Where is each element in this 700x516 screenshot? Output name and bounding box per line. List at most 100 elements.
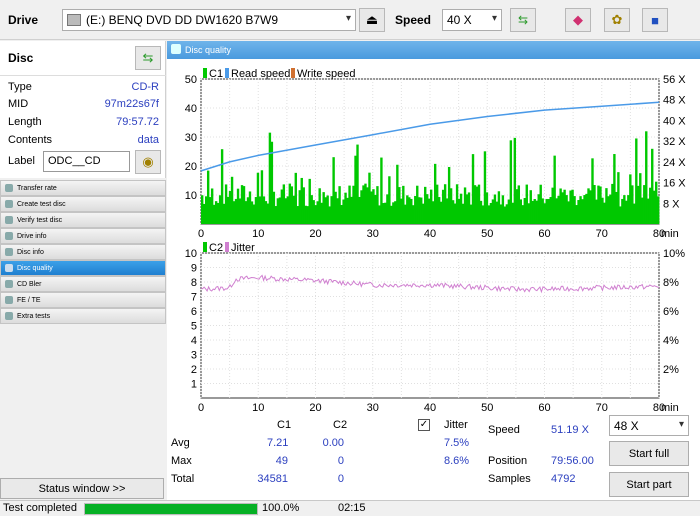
drive-select[interactable]: (E:) BENQ DVD DD DW1620 B7W9 ▾ [62, 9, 356, 31]
c1-bar [657, 196, 660, 224]
drive-label: Drive [8, 13, 39, 27]
menu-fe-te[interactable]: FE / TE [0, 292, 166, 308]
x-tick-label: 40 [424, 402, 436, 414]
y-left-tick-label: 9 [191, 263, 197, 275]
x-tick-label: 60 [538, 402, 550, 414]
total-c2-value: 0 [337, 473, 344, 485]
menu-item-label: Create test disc [17, 200, 66, 208]
menu-verify-test-disc[interactable]: Verify test disc [0, 212, 166, 228]
type-label: Type [8, 81, 32, 93]
toolbar: Drive (E:) BENQ DVD DD DW1620 B7W9 ▾ ⏏ S… [0, 0, 700, 40]
avg-c2-value: 0.00 [322, 437, 344, 449]
y-left-tick-label: 5 [191, 321, 197, 333]
y-left-tick-label: 20 [185, 161, 197, 173]
fe-te-icon [5, 296, 13, 304]
menu-transfer-rate[interactable]: Transfer rate [0, 180, 166, 196]
chevron-down-icon: ▾ [491, 13, 497, 24]
mid-value: 97m22s67f [104, 98, 159, 110]
legend-label: Write speed [297, 68, 356, 80]
samples-label: Samples [488, 473, 531, 485]
y-right-tick-label: 40 X [663, 115, 686, 127]
speed-stat-label: Speed [488, 424, 520, 436]
disc-quality-panel: Disc quality 0 10 20 30 40 50 60 70 80 min 50 40 30 2… [167, 41, 700, 500]
legend-swatch [225, 242, 229, 252]
x-tick-label: 30 [367, 402, 379, 414]
disc-quality-icon [5, 264, 13, 272]
label-icon: ◉ [142, 154, 154, 169]
y-right-tick-label: 16 X [663, 178, 686, 190]
chart-c2-jitter: 0 10 20 30 40 50 60 70 80min1098765432110%8%6%4%… [185, 242, 685, 414]
status-text: Test completed [3, 502, 77, 514]
verify-disc-icon [5, 216, 13, 224]
test-speed-select[interactable]: 48 X ▾ [609, 415, 689, 436]
menu-item-label: Disc info [17, 248, 44, 256]
save-button[interactable]: ■ [642, 8, 668, 32]
total-c1-value: 34581 [257, 473, 288, 485]
legend-label: C1 [209, 68, 223, 80]
speed-stat-value: 51.19 X [551, 424, 589, 436]
menu-drive-info[interactable]: Drive info [0, 228, 166, 244]
refresh-speed-button[interactable]: ⇆ [510, 8, 536, 32]
eject-icon: ⏏ [365, 12, 379, 27]
label-label: Label [8, 155, 35, 167]
menu-item-label: Drive info [17, 232, 47, 240]
legend-label: Read speed [231, 68, 290, 80]
options-button[interactable]: ✿ [604, 8, 630, 32]
extra-tests-icon [5, 312, 13, 320]
start-full-button[interactable]: Start full [609, 441, 689, 466]
disc-label-input[interactable]: ODC__CD [43, 151, 130, 172]
avg-c1-value: 7.21 [267, 437, 289, 449]
x-tick-label: 60 [538, 228, 550, 240]
erase-button[interactable]: ◆ [565, 8, 591, 32]
chevron-down-icon: ▾ [345, 13, 351, 24]
y-left-tick-label: 10 [185, 190, 197, 202]
menu-item-label: Extra tests [17, 312, 51, 320]
eject-button[interactable]: ⏏ [359, 8, 385, 32]
y-left-tick-label: 2 [191, 364, 197, 376]
legend-swatch [291, 68, 295, 78]
legend-swatch [225, 68, 229, 78]
menu-item-label: Transfer rate [17, 184, 57, 192]
x-tick-label: 50 [481, 228, 493, 240]
menu-cd-bler[interactable]: CD Bler [0, 276, 166, 292]
label-apply-button[interactable]: ◉ [135, 150, 161, 174]
y-left-tick-label: 30 [185, 132, 197, 144]
progress-percent: 100.0% [262, 502, 300, 514]
length-label: Length [8, 116, 42, 128]
status-window-button[interactable]: Status window >> [0, 478, 164, 499]
menu-create-test-disc[interactable]: Create test disc [0, 196, 166, 212]
disc-title: Disc [8, 51, 34, 65]
save-icon: ■ [651, 12, 659, 28]
eraser-icon: ◆ [573, 12, 583, 27]
position-label: Position [488, 455, 528, 467]
chart2-legend: C2 Jitter [203, 242, 255, 254]
c2-column-header: C2 [333, 419, 348, 431]
y-left-tick-label: 50 [185, 74, 197, 86]
x-unit-label: min [661, 402, 679, 414]
jitter-checkbox[interactable]: ✓ [418, 419, 430, 431]
y-right-tick-label: 32 X [663, 136, 686, 148]
length-value: 79:57.72 [116, 116, 159, 128]
c1-column-header: C1 [277, 419, 292, 431]
legend-swatch [203, 68, 207, 78]
start-part-button[interactable]: Start part [609, 472, 689, 497]
contents-label: Contents [8, 134, 53, 146]
disc-refresh-button[interactable]: ⇆ [135, 46, 161, 70]
chart-c1-read-speed: 0 10 20 30 40 50 60 70 80min504030201056 X48 X40… [185, 68, 686, 240]
x-tick-label: 70 [596, 228, 608, 240]
position-value: 79:56.00 [551, 455, 594, 467]
menu-disc-quality[interactable]: Disc quality [0, 260, 166, 276]
menu-item-label: CD Bler [17, 280, 42, 288]
gear-icon: ✿ [611, 12, 623, 27]
x-tick-label: 30 [367, 228, 379, 240]
menu-disc-info[interactable]: Disc info [0, 244, 166, 260]
max-label: Max [171, 455, 192, 467]
speed-select[interactable]: 40 X ▾ [442, 9, 502, 31]
legend-swatch [203, 242, 207, 252]
samples-value: 4792 [551, 473, 576, 485]
menu-extra-tests[interactable]: Extra tests [0, 308, 166, 324]
disc-panel: Disc ⇆ Type CD-R MID 97m22s67f Length 79… [0, 41, 166, 178]
max-jitter-value: 8.6% [444, 455, 470, 467]
avg-label: Avg [171, 437, 190, 449]
y-left-tick-label: 8 [191, 277, 197, 289]
